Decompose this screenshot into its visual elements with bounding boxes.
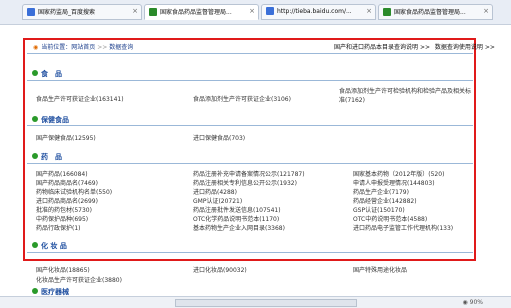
drug-item-link[interactable]: OTC化学药品说明书范本(1170) xyxy=(193,214,279,223)
section-title-cosmetics: 化 妆 品 xyxy=(32,241,67,251)
browser-tab-bar: 国家药监局_百度搜索 × 国家食品药品监督管理局... × http://tie… xyxy=(0,0,511,25)
sfda-favicon-icon xyxy=(383,8,391,16)
browser-tab-sfda-2[interactable]: 国家食品药品监督管理局... × xyxy=(378,4,493,20)
drug-item-link[interactable]: 进口药品(4288) xyxy=(193,187,237,196)
browser-tab-sfda[interactable]: 国家食品药品监督管理局... × xyxy=(144,4,259,20)
health-food-item-link[interactable]: 进口保健食品(703) xyxy=(193,133,245,142)
location-pin-icon: ◉ xyxy=(33,44,39,51)
sfda-favicon-icon xyxy=(149,8,157,16)
zoom-level[interactable]: ◉ 90% xyxy=(463,299,483,306)
divider xyxy=(27,163,473,164)
breadcrumb-label: 当前位置： xyxy=(41,44,72,51)
close-icon[interactable]: × xyxy=(249,7,255,15)
browser-status-bar: ◉ 90% xyxy=(0,296,511,308)
drug-item-link[interactable]: OTC中药说明书范本(4588) xyxy=(353,214,427,223)
drug-item-link[interactable]: 批准的药包材(5730) xyxy=(36,205,92,214)
food-item-link[interactable]: 食品生产许可获证企业(163141) xyxy=(36,94,124,103)
tab-title: 国家食品药品监督管理局... xyxy=(394,9,466,16)
breadcrumb-home-link[interactable]: 网站首页 xyxy=(71,44,95,51)
horizontal-scrollbar[interactable] xyxy=(175,299,357,307)
drug-item-link[interactable]: 药品经营企业(142882) xyxy=(353,196,417,205)
section-title-health-food: 保健食品 xyxy=(32,115,69,125)
baidu-favicon-icon xyxy=(27,8,35,16)
section-bullet-icon xyxy=(32,70,38,76)
drug-item-link[interactable]: 药品注册批件发送信息(107541) xyxy=(193,205,281,214)
drug-item-link[interactable]: 国家基本药物（2012年版）(520) xyxy=(353,169,444,178)
tieba-favicon-icon xyxy=(266,7,274,15)
drug-item-link[interactable]: 中药保护品种(695) xyxy=(36,214,88,223)
cosmetic-item-link[interactable]: 化妆品生产许可获证企业(3880) xyxy=(36,275,122,284)
divider xyxy=(27,80,473,81)
drug-item-link[interactable]: 基本药物生产企业入网目录(3368) xyxy=(193,223,285,232)
link-separator: >> xyxy=(419,44,430,51)
section-bullet-icon xyxy=(32,242,38,248)
divider xyxy=(27,125,473,126)
food-item-link[interactable]: 食品添加剂生产许可检验机构和检验产品及相关标准(7162) xyxy=(339,87,474,105)
cosmetic-item-link[interactable]: 国产特殊用途化妆品 xyxy=(353,265,407,274)
drug-item-link[interactable]: 药物临床试验机构名单(550) xyxy=(36,187,112,196)
tab-title: http://tieba.baidu.com/... xyxy=(277,8,352,15)
drug-item-link[interactable]: 国产药品商品名(7469) xyxy=(36,178,98,187)
top-help-links: 国产和进口药品本目录查询说明 >> 数据查询使用说明 >> xyxy=(334,42,495,51)
cosmetic-item-link[interactable]: 国产化妆品(18865) xyxy=(36,265,90,274)
browser-tab-baidu-search[interactable]: 国家药监局_百度搜索 × xyxy=(22,4,142,20)
tab-title: 国家药监局_百度搜索 xyxy=(38,9,96,16)
divider xyxy=(27,53,473,54)
divider xyxy=(27,252,473,253)
drug-item-link[interactable]: 药品注册补充申请备案情况公示(121787) xyxy=(193,169,305,178)
drug-item-link[interactable]: GMP认证(20721) xyxy=(193,196,242,205)
section-bullet-icon xyxy=(32,153,38,159)
link-arrow: >> xyxy=(484,44,495,51)
catalog-query-help-link[interactable]: 国产和进口药品本目录查询说明 xyxy=(334,44,418,51)
close-icon[interactable]: × xyxy=(132,7,138,15)
section-title-drugs: 药 品 xyxy=(32,152,62,162)
close-icon[interactable]: × xyxy=(366,7,372,15)
close-icon[interactable]: × xyxy=(483,7,489,15)
tab-title: 国家食品药品监督管理局... xyxy=(160,9,232,16)
drug-item-link[interactable]: 药品生产企业(7179) xyxy=(353,187,409,196)
cosmetic-item-link[interactable]: 进口化妆品(90032) xyxy=(193,265,247,274)
drug-item-link[interactable]: 进口药品商品名(2699) xyxy=(36,196,98,205)
section-bullet-icon xyxy=(32,116,38,122)
browser-tab-tieba[interactable]: http://tieba.baidu.com/... × xyxy=(261,4,376,20)
section-bullet-icon xyxy=(32,288,38,294)
drug-item-link[interactable]: 国产药品(166084) xyxy=(36,169,88,178)
data-query-help-link[interactable]: 数据查询使用说明 xyxy=(435,44,483,51)
drug-item-link[interactable]: 进口药品电子监管工作代理机构(133) xyxy=(353,223,453,232)
drug-item-link[interactable]: GSP认证(150170) xyxy=(353,205,405,214)
breadcrumb: ◉ 当前位置：网站首页 >> 数据查询 xyxy=(33,42,133,51)
drug-item-link[interactable]: 申请人申报受理情况(144803) xyxy=(353,178,435,187)
section-title-food: 食 品 xyxy=(32,69,62,79)
drug-item-link[interactable]: 药品注册相关专利信息公开公示(1932) xyxy=(193,178,297,187)
breadcrumb-current: 数据查询 xyxy=(109,44,134,51)
food-item-link[interactable]: 食品添加剂生产许可获证企业(3106) xyxy=(193,94,291,103)
health-food-item-link[interactable]: 国产保健食品(12595) xyxy=(36,133,96,142)
breadcrumb-separator: >> xyxy=(97,44,108,51)
drug-item-link[interactable]: 药品行政保护(1) xyxy=(36,223,81,232)
